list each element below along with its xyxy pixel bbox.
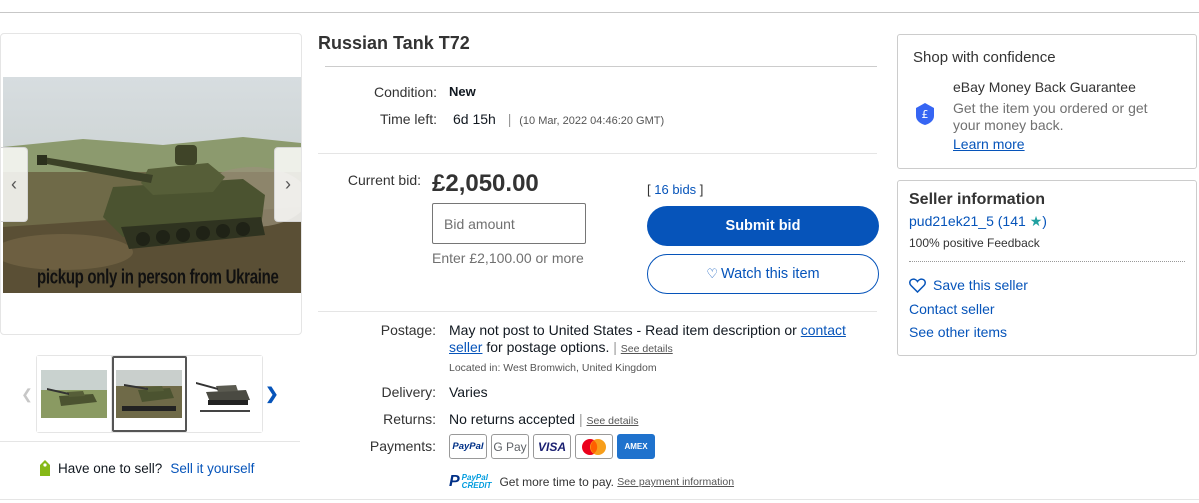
gallery-divider xyxy=(0,441,300,442)
thumbnail-2[interactable] xyxy=(112,356,187,432)
postage-label: Postage: xyxy=(380,322,436,338)
returns-label: Returns: xyxy=(383,411,436,427)
chevron-left-icon: ‹ xyxy=(11,174,17,194)
current-bid-price: £2,050.00 xyxy=(432,170,539,197)
delivery-value: Varies xyxy=(449,384,488,400)
paypal-credit-logo: P PayPal CREDIT xyxy=(449,473,492,490)
money-back-guarantee-desc: Get the item you ordered or get your mon… xyxy=(953,100,1148,133)
bid-divider xyxy=(318,311,877,312)
amex-icon: AMEX xyxy=(617,434,655,459)
bid-history-link[interactable]: 16 bids xyxy=(654,182,696,197)
payments-label: Payments: xyxy=(369,438,436,454)
thumbnail-3[interactable] xyxy=(187,356,262,432)
watch-item-button[interactable]: ♡ Watch this item xyxy=(647,254,879,294)
thumbnail-list xyxy=(36,355,263,433)
see-other-items-link[interactable]: See other items xyxy=(909,324,1007,340)
sell-question: Have one to sell? xyxy=(58,460,163,476)
seller-feedback: 100% positive Feedback xyxy=(909,236,1040,250)
sell-yours-row: Have one to sell? Sell it yourself xyxy=(38,458,254,478)
tank-photo xyxy=(3,77,301,293)
contact-seller-panel-link[interactable]: Contact seller xyxy=(909,301,995,317)
seller-username: pud21ek21_5 xyxy=(909,213,994,229)
seller-information-panel: Seller information pud21ek21_5 (141 ★) 1… xyxy=(897,180,1197,356)
title-divider xyxy=(325,66,877,67)
seller-divider xyxy=(909,261,1185,262)
learn-more-link[interactable]: Learn more xyxy=(953,136,1025,152)
save-seller-link[interactable]: Save this seller xyxy=(909,277,1028,293)
confidence-title: Shop with confidence xyxy=(913,49,1056,66)
save-seller-label: Save this seller xyxy=(933,277,1028,293)
shield-pound-icon: £ xyxy=(916,103,934,125)
condition-value: New xyxy=(449,84,476,99)
money-back-guarantee-title: eBay Money Back Guarantee xyxy=(953,79,1136,95)
seller-score-close: ) xyxy=(1042,213,1047,229)
chevron-right-icon: › xyxy=(285,174,291,194)
tag-icon xyxy=(40,460,50,476)
bid-count-open-bracket: [ xyxy=(647,182,651,197)
footer-divider xyxy=(0,499,1199,500)
thumbnail-strip: ❮ ❯ xyxy=(18,355,281,433)
sell-it-yourself-link[interactable]: Sell it yourself xyxy=(170,461,254,476)
returns-value: No returns accepted xyxy=(449,411,576,427)
item-title: Russian Tank T72 xyxy=(318,33,470,53)
paypal-credit-row: P PayPal CREDIT Get more time to pay. See… xyxy=(449,473,734,491)
paypal-icon: PayPal xyxy=(449,434,487,459)
postage-tail: for postage options. xyxy=(486,339,610,355)
postage-text: May not post to United States - Read ite… xyxy=(449,322,797,338)
bid-count-close-bracket: ] xyxy=(699,182,704,197)
time-left-value: 6d 15h | (10 Mar, 2022 04:46:20 GMT) xyxy=(453,111,665,127)
time-left-label: Time left: xyxy=(379,111,437,127)
svg-text:£: £ xyxy=(922,108,929,121)
seller-score: (141 xyxy=(997,213,1026,229)
thumbnail-previous-button[interactable]: ❮ xyxy=(18,386,36,403)
bid-amount-input[interactable] xyxy=(432,203,586,244)
payment-info-link[interactable]: See payment information xyxy=(617,476,734,488)
seller-info-title: Seller information xyxy=(909,191,1046,208)
condition-label: Condition: xyxy=(373,84,437,100)
postage-details-link[interactable]: See details xyxy=(621,343,673,355)
previous-image-button[interactable]: ‹ xyxy=(1,147,28,222)
credit-text: Get more time to pay. xyxy=(499,475,614,489)
returns-info: No returns accepted | See details xyxy=(449,411,639,427)
google-pay-icon: G Pay xyxy=(491,434,529,459)
shop-with-confidence-panel: Shop with confidence £ eBay Money Back G… xyxy=(897,34,1197,169)
submit-bid-button[interactable]: Submit bid xyxy=(647,206,879,246)
heart-outline-icon xyxy=(909,277,926,293)
time-divider xyxy=(318,153,877,154)
seller-name-link[interactable]: pud21ek21_5 (141 ★) xyxy=(909,213,1047,230)
header-divider xyxy=(0,12,1199,13)
star-icon: ★ xyxy=(1029,213,1043,229)
next-image-button[interactable]: › xyxy=(274,147,301,222)
mastercard-icon xyxy=(575,434,613,459)
time-left-countdown: 6d 15h xyxy=(453,111,496,127)
thumbnail-next-button[interactable]: ❯ xyxy=(263,384,281,404)
bid-count: [ 16 bids ] xyxy=(647,182,703,197)
bid-hint: Enter £2,100.00 or more xyxy=(432,250,584,266)
payment-methods: PayPal G Pay VISA AMEX xyxy=(449,434,655,459)
heart-icon: ♡ xyxy=(706,266,719,281)
watch-item-label: Watch this item xyxy=(721,266,820,282)
visa-icon: VISA xyxy=(533,434,571,459)
located-in: Located in: West Bromwich, United Kingdo… xyxy=(449,362,657,374)
paypal-credit-logo-bottom: CREDIT xyxy=(461,481,492,490)
thumbnail-1[interactable] xyxy=(37,356,112,432)
postage-info: May not post to United States - Read ite… xyxy=(449,322,879,377)
current-bid-label: Current bid: xyxy=(347,172,421,188)
main-image-viewer[interactable]: pickup only in person from Ukraine ‹ › xyxy=(0,33,302,335)
photo-caption: pickup only in person from Ukraine xyxy=(37,266,279,289)
delivery-label: Delivery: xyxy=(381,384,436,400)
returns-details-link[interactable]: See details xyxy=(587,415,639,427)
end-date: (10 Mar, 2022 04:46:20 GMT) xyxy=(519,115,665,127)
